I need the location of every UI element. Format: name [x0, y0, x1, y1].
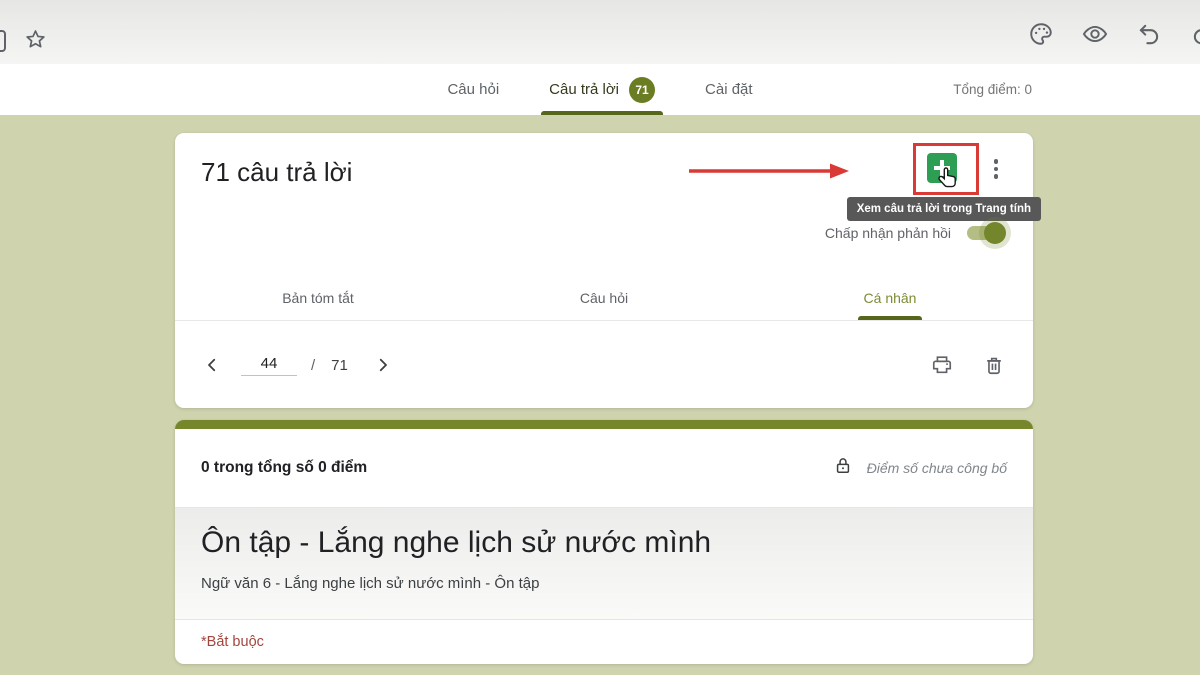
delete-icon[interactable] [983, 354, 1005, 376]
required-note: *Bắt buộc [175, 620, 1033, 664]
subtab-question[interactable]: Câu hỏi [461, 275, 747, 320]
subtab-individual[interactable]: Cá nhân [747, 275, 1033, 320]
top-toolbar [0, 0, 1200, 64]
total-points-label: Tổng điểm: 0 [953, 64, 1032, 115]
form-header-section: Ôn tập - Lắng nghe lịch sử nước mình Ngữ… [175, 508, 1033, 619]
card-accent-bar [175, 420, 1033, 429]
form-subtitle: Ngữ văn 6 - Lắng nghe lịch sử nước mình … [201, 575, 1007, 592]
star-icon[interactable] [24, 28, 47, 51]
response-detail-card: 0 trong tổng số 0 điểm Điểm số chưa công… [175, 420, 1033, 664]
responses-count-badge: 71 [629, 77, 655, 103]
previous-response-icon[interactable] [203, 356, 221, 374]
score-row: 0 trong tổng số 0 điểm Điểm số chưa công… [175, 429, 1033, 507]
folder-partial-icon[interactable] [0, 30, 6, 52]
pagination-total: 71 [331, 357, 348, 374]
responses-subtabs: Bản tóm tắt Câu hỏi Cá nhân [175, 275, 1033, 321]
response-index-input[interactable] [241, 355, 297, 376]
redo-partial-icon[interactable] [1190, 21, 1200, 47]
score-summary: 0 trong tổng số 0 điểm [201, 459, 367, 477]
next-response-icon[interactable] [374, 356, 392, 374]
responses-card-title: 71 câu trả lời [201, 157, 352, 188]
sheets-tooltip: Xem câu trả lời trong Trang tính [847, 197, 1041, 221]
accepting-responses-row: Chấp nhận phản hồi [825, 225, 1003, 241]
pagination-separator: / [311, 357, 315, 374]
annotation-red-arrow [687, 161, 851, 181]
more-options-icon[interactable] [988, 155, 1004, 183]
form-title: Ôn tập - Lắng nghe lịch sử nước mình [201, 526, 1007, 560]
tab-settings[interactable]: Cài đặt [703, 64, 755, 115]
tab-questions-label: Câu hỏi [447, 81, 499, 98]
response-pagination: / 71 [175, 322, 1033, 408]
palette-icon[interactable] [1028, 21, 1054, 47]
lock-icon [833, 456, 853, 481]
tab-questions[interactable]: Câu hỏi [445, 64, 501, 115]
subtab-summary-label: Bản tóm tắt [282, 290, 354, 306]
score-status-group: Điểm số chưa công bố [833, 456, 1007, 481]
subtab-summary[interactable]: Bản tóm tắt [175, 275, 461, 320]
tab-settings-label: Cài đặt [705, 81, 753, 98]
accepting-responses-toggle[interactable] [967, 226, 1003, 240]
toggle-knob [984, 222, 1006, 244]
tab-responses[interactable]: Câu trả lời 71 [547, 64, 657, 115]
accepting-responses-label: Chấp nhận phản hồi [825, 225, 951, 241]
print-icon[interactable] [931, 354, 953, 376]
undo-icon[interactable] [1136, 21, 1162, 47]
form-tabbar: Câu hỏi Câu trả lời 71 Cài đặt Tổng điểm… [0, 64, 1200, 115]
preview-eye-icon[interactable] [1082, 21, 1108, 47]
subtab-individual-label: Cá nhân [864, 290, 917, 306]
hand-cursor-icon [937, 166, 961, 192]
responses-card: 71 câu trả lời Xem câu trả lời trong Tra… [175, 133, 1033, 408]
tab-responses-label: Câu trả lời [549, 81, 619, 98]
subtab-question-label: Câu hỏi [580, 290, 628, 306]
score-status: Điểm số chưa công bố [867, 460, 1007, 476]
